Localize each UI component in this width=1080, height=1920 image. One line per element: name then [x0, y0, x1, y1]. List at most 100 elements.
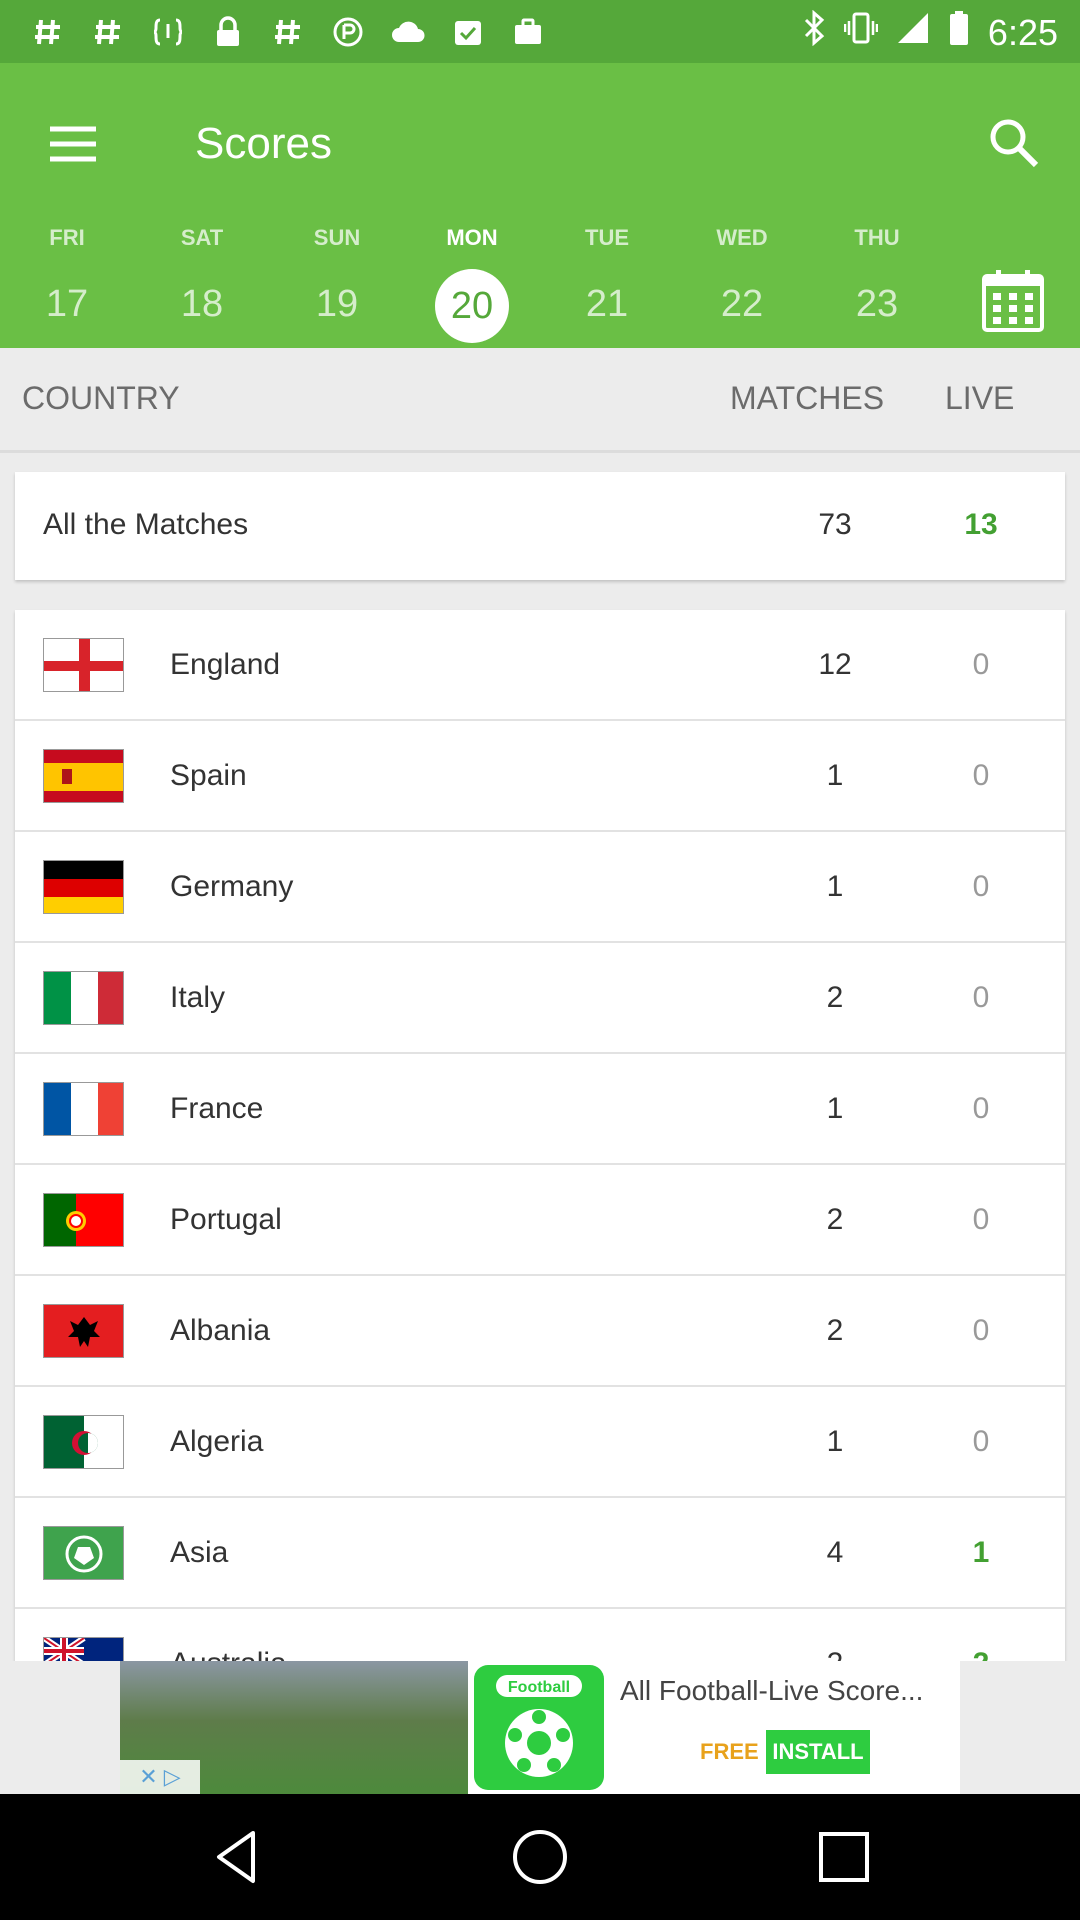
australia-flag [43, 1637, 124, 1661]
check-icon [448, 12, 488, 52]
day-number: 19 [315, 283, 359, 325]
day-number: 18 [180, 283, 224, 325]
table-row[interactable]: Algeria 1 0 [15, 1387, 1065, 1498]
search-icon[interactable] [982, 111, 1046, 175]
table-row[interactable]: Spain 1 0 [15, 721, 1065, 832]
all-matches-label: All the Matches [43, 508, 249, 541]
live-count: 0 [972, 759, 990, 792]
day-number: 17 [45, 283, 89, 325]
all-matches-count: 73 [818, 508, 852, 541]
live-count: 0 [972, 870, 990, 903]
lock-icon [208, 12, 248, 52]
country-name: Spain [170, 759, 247, 792]
table-row[interactable]: Asia 4 1 [15, 1498, 1065, 1609]
matches-count: 4 [826, 1536, 844, 1569]
battery-icon [948, 10, 970, 55]
column-country: COUNTRY [22, 380, 180, 416]
bluetooth-icon [802, 9, 826, 55]
table-row[interactable]: Portugal 2 0 [15, 1165, 1065, 1276]
algeria-flag [43, 1415, 124, 1469]
asia-flag [43, 1526, 124, 1580]
matches-count: 2 [785, 1647, 885, 1661]
hash-icon [268, 12, 308, 52]
table-row[interactable]: Australia 2 2 [15, 1609, 1065, 1661]
circle-p-icon [328, 12, 368, 52]
matches-count: 1 [826, 1425, 844, 1458]
country-name: Portugal [170, 1203, 282, 1236]
country-name: Germany [170, 870, 294, 903]
back-icon[interactable] [207, 1827, 267, 1887]
day-wed[interactable]: WED 22 [697, 223, 787, 339]
day-number: 21 [585, 283, 629, 325]
matches-count: 1 [826, 1092, 844, 1125]
day-number-selected: 20 [435, 269, 509, 343]
matches-count: 1 [826, 759, 844, 792]
day-sun[interactable]: SUN 19 [292, 223, 382, 339]
day-tue[interactable]: TUE 21 [562, 223, 652, 339]
italy-flag [43, 971, 124, 1025]
day-name: TUE [585, 225, 629, 250]
table-row[interactable]: Italy 2 0 [15, 943, 1065, 1054]
ad-logo-text: Football [508, 1679, 570, 1696]
cloud-icon [388, 12, 428, 52]
live-count: 0 [972, 1314, 990, 1347]
recents-icon[interactable] [814, 1827, 874, 1887]
ascii-icon [148, 12, 188, 52]
day-sat[interactable]: SAT 18 [157, 223, 247, 339]
albania-flag [43, 1304, 124, 1358]
day-number: 23 [855, 283, 899, 325]
live-count: 1 [972, 1536, 990, 1569]
country-name: Asia [170, 1536, 229, 1569]
day-number: 22 [720, 283, 764, 325]
day-fri[interactable]: FRI 17 [22, 223, 112, 339]
day-name: THU [854, 225, 900, 250]
table-row[interactable]: France 1 0 [15, 1054, 1065, 1165]
live-count: 0 [972, 1425, 990, 1458]
country-name: Italy [170, 981, 226, 1014]
divider [0, 450, 1080, 453]
matches-count: 2 [826, 1314, 844, 1347]
live-count: 0 [972, 648, 990, 681]
day-mon[interactable]: MON 20 [427, 223, 517, 343]
country-list: England 12 0 Spain 1 0 Germany 1 0 Italy… [15, 610, 1065, 1661]
ad-content[interactable]: Football All Football-Live Score... FREE… [120, 1661, 960, 1794]
day-name: SAT [180, 225, 224, 250]
country-name: France [170, 1092, 264, 1125]
england-flag [43, 638, 124, 692]
ad-banner[interactable]: Football All Football-Live Score... FREE… [0, 1661, 1080, 1794]
football-app-logo: Football [474, 1665, 604, 1790]
menu-icon[interactable] [42, 113, 104, 175]
hash-icon [88, 12, 128, 52]
day-name: WED [716, 225, 768, 250]
table-row[interactable]: England 12 0 [15, 610, 1065, 721]
matches-count: 2 [826, 1203, 844, 1236]
table-row[interactable]: Germany 1 0 [15, 832, 1065, 943]
france-flag [43, 1082, 124, 1136]
column-matches: MATCHES [730, 380, 885, 416]
status-bar: 6:25 [0, 0, 1080, 63]
country-name: Albania [170, 1314, 271, 1347]
day-name: MON [446, 225, 498, 250]
ad-title: All Football-Live Score... [620, 1675, 924, 1706]
matches-count: 12 [818, 648, 852, 681]
hash-icon [28, 12, 68, 52]
ad-free-label: FREE [700, 1739, 759, 1764]
notification-icons [28, 12, 548, 52]
day-thu[interactable]: THU 23 [832, 223, 922, 339]
all-matches-row[interactable]: All the Matches 73 13 [15, 472, 1065, 580]
table-row[interactable]: Albania 2 0 [15, 1276, 1065, 1387]
status-right: 6:25 [802, 9, 1058, 55]
ad-close-icon[interactable]: ✕ ▷ [120, 1760, 200, 1794]
day-name: FRI [49, 225, 85, 250]
live-count: 0 [972, 1092, 990, 1125]
live-count: 0 [972, 981, 990, 1014]
signal-icon [896, 11, 930, 54]
matches-count: 1 [826, 870, 844, 903]
home-icon[interactable] [510, 1827, 570, 1887]
calendar-icon[interactable] [980, 268, 1046, 334]
matches-count: 2 [826, 981, 844, 1014]
briefcase-icon [508, 12, 548, 52]
vibrate-icon [843, 10, 879, 55]
portugal-flag [43, 1193, 124, 1247]
install-button[interactable]: INSTALL [766, 1730, 870, 1774]
